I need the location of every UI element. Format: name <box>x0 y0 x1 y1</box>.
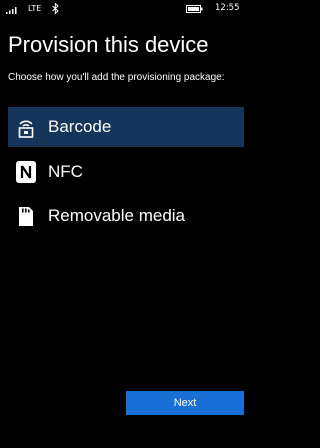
option-nfc[interactable]: NFC <box>8 152 244 192</box>
page-title: Provision this device <box>8 32 209 57</box>
barcode-scanner-icon <box>18 120 34 138</box>
status-bar: LTE 12:55 <box>0 0 252 20</box>
option-label: NFC <box>48 162 83 181</box>
option-barcode[interactable]: Barcode <box>8 107 244 147</box>
option-label: Removable media <box>48 206 186 225</box>
sd-card-icon <box>19 207 33 226</box>
network-type-label: LTE <box>28 4 42 13</box>
battery-icon <box>186 5 203 13</box>
option-label: Barcode <box>48 117 112 136</box>
bluetooth-icon <box>52 3 59 14</box>
clock: 12:55 <box>215 3 240 13</box>
next-button[interactable]: Next <box>126 391 244 415</box>
option-removable-media[interactable]: Removable media <box>8 196 244 236</box>
page-subtitle: Choose how you'll add the provisioning p… <box>8 72 225 83</box>
signal-bars-icon <box>6 7 17 14</box>
nfc-icon <box>16 161 36 183</box>
